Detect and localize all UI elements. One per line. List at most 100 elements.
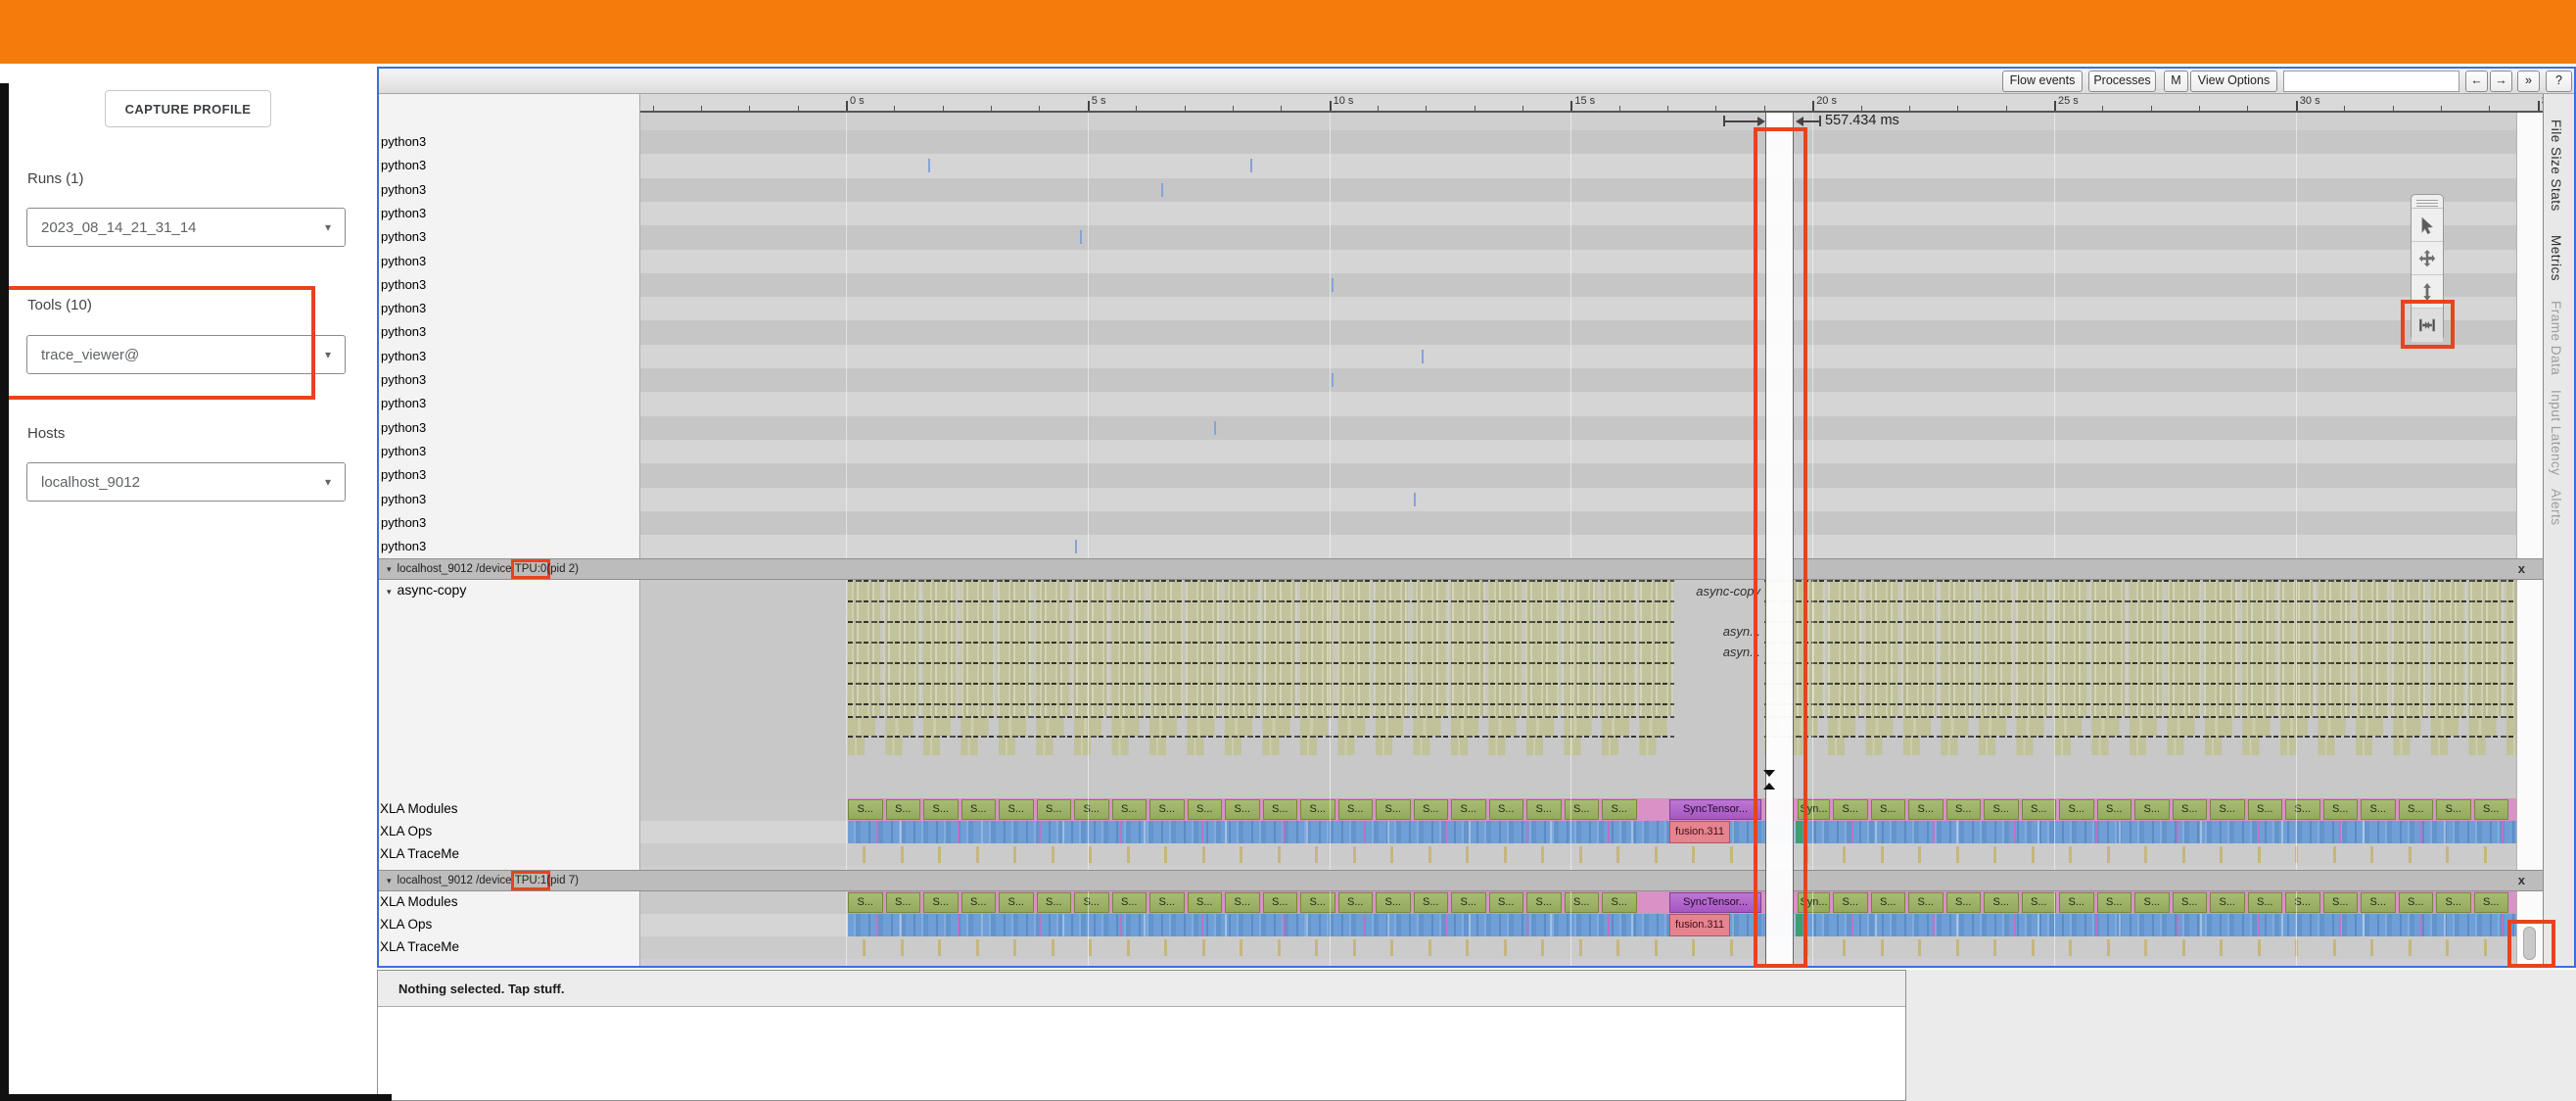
view-options-button[interactable]: View Options [2190,71,2277,92]
xla-module-block[interactable]: S... [1526,799,1562,820]
xla-module-block[interactable]: S... [961,892,997,913]
close-section-button[interactable]: x [2518,873,2525,887]
xla-module-block[interactable]: S... [1074,892,1109,913]
xla-module-block[interactable]: S... [1451,799,1486,820]
xla-module-block[interactable]: S... [961,799,997,820]
op-block-green[interactable] [1796,821,1803,843]
xla-module-block[interactable]: S... [1984,799,2019,820]
async-copy-track-label[interactable]: ▾async-copy [387,582,466,598]
processes-button[interactable]: Processes [2088,71,2156,92]
tab-input-latency[interactable]: Input Latency [2549,390,2563,476]
xla-module-block[interactable]: S... [1833,892,1868,913]
tools-select[interactable]: trace_viewer@ ▾ [26,335,346,374]
xla-module-block[interactable]: S... [1225,892,1260,913]
xla-module-block[interactable]: S... [1908,799,1944,820]
expander-icon[interactable]: ▾ [387,876,392,886]
cpu-event-tick[interactable] [1422,350,1424,363]
xla-module-block[interactable]: S... [2285,799,2320,820]
xla-module-block[interactable]: S... [1565,892,1600,913]
timing-tool-button[interactable] [2412,309,2443,342]
xla-module-block[interactable]: S... [999,799,1034,820]
select-tool-button[interactable] [2412,209,2443,242]
selection-drag-handle[interactable] [1763,783,1775,790]
nav-right-button[interactable]: → [2490,71,2512,92]
xla-module-block[interactable]: S... [1871,799,1906,820]
xla-module-block[interactable]: S... [1376,892,1411,913]
xla-module-block[interactable]: S... [1037,892,1072,913]
hosts-select[interactable]: localhost_9012 ▾ [26,462,346,502]
cpu-event-tick[interactable] [1075,540,1077,553]
cpu-event-tick[interactable] [1161,183,1163,197]
xla-module-block[interactable]: Syn... [1798,892,1830,913]
cpu-event-tick[interactable] [1332,278,1334,292]
xla-module-block[interactable]: S... [1602,799,1637,820]
xla-module-block[interactable]: S... [2059,799,2094,820]
xla-module-block[interactable]: S... [1984,892,2019,913]
xla-module-block[interactable]: S... [1602,892,1637,913]
selection-drag-handle[interactable] [1763,770,1775,777]
sync-tensor-block[interactable]: SyncTensor... [1669,799,1761,820]
palette-grip-handle[interactable] [2412,195,2443,209]
xla-module-block[interactable]: S... [2173,892,2208,913]
xla-module-block[interactable]: S... [2361,892,2396,913]
xla-module-block[interactable]: S... [1074,799,1109,820]
vertical-zoom-tool-button[interactable] [2412,275,2443,309]
xla-module-block[interactable]: Syn... [1798,799,1830,820]
xla-module-block[interactable]: S... [2210,892,2245,913]
xla-module-block[interactable]: S... [2134,799,2170,820]
xla-module-block[interactable]: S... [923,892,959,913]
cpu-event-tick[interactable] [928,159,930,172]
nav-left-button[interactable]: ← [2465,71,2488,92]
xla-module-block[interactable]: S... [1451,892,1486,913]
xla-module-block[interactable]: S... [1263,892,1298,913]
xla-module-block[interactable]: S... [2436,799,2471,820]
device-section-header[interactable]: ▾localhost_9012 /device:TPU:1 (pid 7)x [379,870,2543,891]
xla-module-block[interactable]: S... [886,799,921,820]
xla-module-block[interactable]: S... [1908,892,1944,913]
xla-module-block[interactable]: S... [2323,892,2359,913]
vertical-scrollbar-track[interactable] [2516,113,2543,966]
fusion-op-block[interactable]: fusion.311 [1669,914,1730,936]
xla-module-block[interactable]: S... [886,892,921,913]
xla-module-block[interactable]: S... [1871,892,1906,913]
xla-module-block[interactable]: S... [1414,892,1449,913]
op-block-green[interactable] [1796,914,1803,936]
xla-module-block[interactable]: S... [2436,892,2471,913]
xla-module-block[interactable]: S... [2323,799,2359,820]
xla-module-block[interactable]: S... [1489,892,1524,913]
xla-module-block[interactable]: S... [1188,799,1223,820]
xla-module-block[interactable]: S... [2474,799,2509,820]
expander-icon[interactable]: ▾ [387,587,392,597]
timeline-ruler[interactable]: 0 s5 s10 s15 s20 s25 s30 s35 s [640,94,2543,113]
xla-module-block[interactable]: S... [2399,892,2434,913]
xla-module-block[interactable]: S... [2059,892,2094,913]
xla-module-block[interactable]: S... [1149,892,1185,913]
device-section-header[interactable]: ▾localhost_9012 /device:TPU:0 (pid 2)x [379,558,2543,580]
metadata-button[interactable]: M [2164,71,2188,92]
xla-module-block[interactable]: S... [2022,799,2057,820]
xla-module-block[interactable]: S... [999,892,1034,913]
xla-module-block[interactable]: S... [2474,892,2509,913]
runs-select[interactable]: 2023_08_14_21_31_14 ▾ [26,208,346,247]
xla-module-block[interactable]: S... [1037,799,1072,820]
xla-module-block[interactable]: S... [1338,892,1374,913]
xla-module-block[interactable]: S... [1188,892,1223,913]
xla-module-block[interactable]: S... [2173,799,2208,820]
xla-module-block[interactable]: S... [1112,892,1147,913]
xla-module-block[interactable]: S... [1833,799,1868,820]
tab-frame-data[interactable]: Frame Data [2549,301,2563,375]
xla-module-block[interactable]: S... [2248,892,2283,913]
xla-module-block[interactable]: S... [2248,799,2283,820]
xla-module-block[interactable]: S... [848,892,883,913]
xla-module-block[interactable]: S... [1376,799,1411,820]
xla-module-block[interactable]: S... [2097,892,2132,913]
xla-module-block[interactable]: S... [2097,799,2132,820]
cpu-event-tick[interactable] [1414,493,1416,506]
expander-icon[interactable]: ▾ [387,564,392,575]
xla-module-block[interactable]: S... [2210,799,2245,820]
xla-module-block[interactable]: S... [2285,892,2320,913]
close-section-button[interactable]: x [2518,561,2525,576]
xla-module-block[interactable]: S... [1225,799,1260,820]
xla-module-block[interactable]: S... [923,799,959,820]
xla-module-block[interactable]: S... [1946,799,1982,820]
